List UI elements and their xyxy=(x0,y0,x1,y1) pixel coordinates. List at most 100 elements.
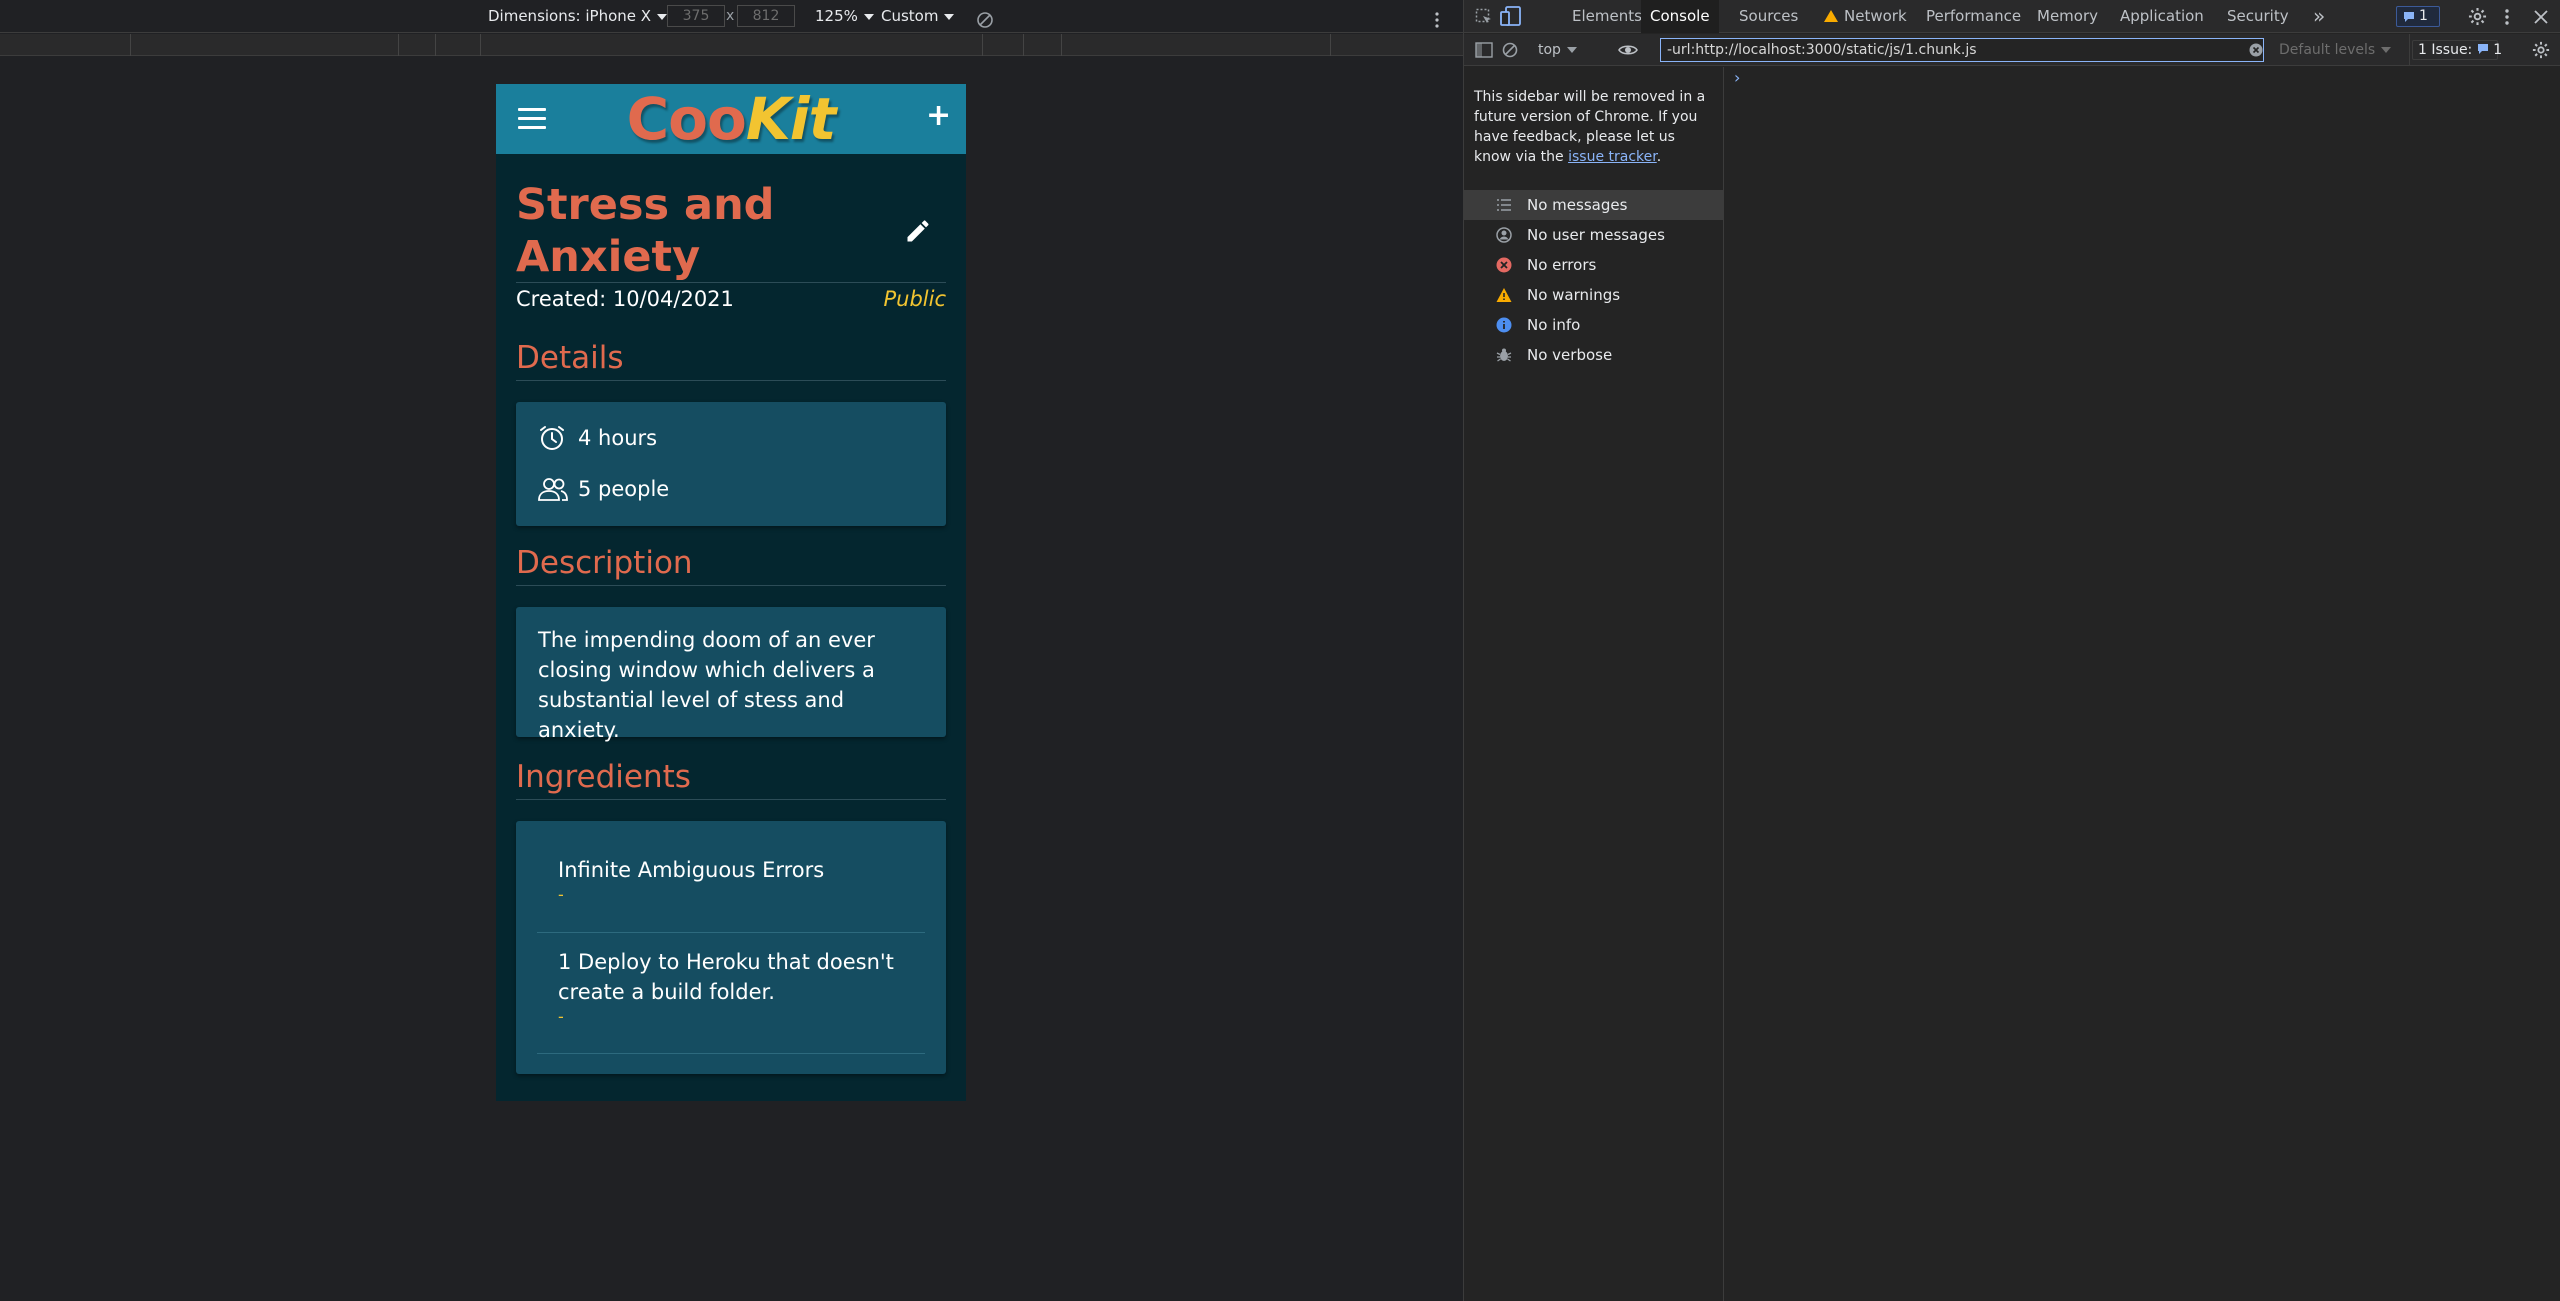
chevron-down-icon xyxy=(944,13,955,20)
throttle-label: Custom xyxy=(881,7,939,25)
sidebar-item-warnings[interactable]: No warnings xyxy=(1464,280,1723,310)
divider xyxy=(516,282,946,283)
description-text: The impending doom of an ever closing wi… xyxy=(538,628,875,742)
app-logo[interactable]: CooKit xyxy=(496,84,966,154)
chevron-down-icon xyxy=(1566,47,1577,53)
sidebar-item-label: No messages xyxy=(1527,196,1628,214)
message-icon xyxy=(2477,44,2488,54)
console-sidebar: This sidebar will be removed in a future… xyxy=(1464,67,1724,1301)
tab-application[interactable]: Application xyxy=(2112,0,2212,33)
time-value: 4 hours xyxy=(578,426,658,450)
context-label: top xyxy=(1538,42,1561,58)
rotate-icon[interactable] xyxy=(976,8,994,28)
sidebar-item-label: No verbose xyxy=(1527,346,1613,364)
zoom-label: 125% xyxy=(815,7,858,25)
details-heading: Details xyxy=(516,340,624,376)
tab-performance[interactable]: Performance xyxy=(1918,0,2029,33)
device-toggle-icon[interactable] xyxy=(1500,6,1522,26)
zoom-dropdown[interactable]: 125% xyxy=(815,0,874,33)
sidebar-item-info[interactable]: No info xyxy=(1464,310,1723,340)
tab-security[interactable]: Security xyxy=(2219,0,2297,33)
tab-elements[interactable]: Elements xyxy=(1564,0,1650,33)
divider xyxy=(516,380,946,381)
chevron-down-icon xyxy=(2381,47,2392,53)
warning-icon xyxy=(1496,288,1512,302)
verbose-bug-icon xyxy=(1496,348,1512,362)
sidebar-item-label: No info xyxy=(1527,316,1581,334)
console-settings-gear-icon[interactable] xyxy=(2532,41,2550,59)
sidebar-deprecation-notice: This sidebar will be removed in a future… xyxy=(1474,89,1706,165)
console-filter-input[interactable]: -url:http://localhost:3000/static/js/1.c… xyxy=(1660,38,2264,62)
times-sign: x xyxy=(726,8,735,24)
width-input[interactable]: 375 xyxy=(667,5,725,27)
sidebar-toggle-icon[interactable] xyxy=(1475,42,1493,58)
tab-sources[interactable]: Sources xyxy=(1731,0,1806,33)
issues-link-button[interactable]: 1 Issue: 1 xyxy=(2412,40,2502,60)
issues-label: 1 Issue: xyxy=(2418,42,2473,58)
console-toolbar: top -url:http://localhost:3000/static/js… xyxy=(1464,34,2560,66)
tab-network[interactable]: Network xyxy=(1816,0,1915,33)
ingredient-note: - xyxy=(558,885,564,904)
alarm-clock-icon xyxy=(540,426,564,450)
issues-count: 1 xyxy=(2419,8,2428,24)
ingredient-name: 1 Deploy to Heroku that doesn't create a… xyxy=(558,950,894,1004)
log-levels-dropdown[interactable]: Default levels xyxy=(2279,34,2392,66)
message-icon xyxy=(2404,12,2414,22)
ingredients-heading: Ingredients xyxy=(516,759,691,795)
tab-memory[interactable]: Memory xyxy=(2029,0,2106,33)
more-options-icon[interactable] xyxy=(1434,8,1440,28)
issues-count: 1 xyxy=(2493,42,2503,58)
inspect-element-icon[interactable] xyxy=(1475,8,1493,26)
ingredient-note: - xyxy=(558,1007,564,1026)
live-expression-eye-icon[interactable] xyxy=(1618,43,1638,57)
ingredients-card: Infinite Ambiguous Errors - 1 Deploy to … xyxy=(516,821,946,1074)
devtools-menu-icon[interactable] xyxy=(2504,8,2510,26)
pencil-edit-icon[interactable] xyxy=(904,217,932,245)
list-icon xyxy=(1497,199,1511,211)
devtools-panel: Elements Console Sources Network Perform… xyxy=(1463,0,2560,1301)
issue-tracker-link[interactable]: issue tracker xyxy=(1568,149,1657,165)
error-icon xyxy=(1496,257,1512,273)
close-icon[interactable] xyxy=(2534,10,2548,24)
dimensions-dropdown[interactable]: Dimensions: iPhone X xyxy=(488,0,668,33)
clear-filter-icon[interactable] xyxy=(2249,43,2263,57)
context-selector[interactable]: top xyxy=(1538,34,1577,66)
user-icon xyxy=(1496,227,1512,243)
throttle-dropdown[interactable]: Custom xyxy=(881,0,955,33)
visibility-badge: Public xyxy=(883,287,946,311)
tab-console[interactable]: Console xyxy=(1641,0,1719,33)
phone-viewport: CooKit + Stress and Anxiety Created: 10/… xyxy=(496,84,966,1101)
issues-counter-button[interactable]: 1 xyxy=(2396,6,2440,27)
clear-console-icon[interactable] xyxy=(1502,42,1518,58)
chevron-down-icon xyxy=(657,13,668,20)
details-card: 4 hours 5 people xyxy=(516,402,946,526)
sidebar-item-label: No warnings xyxy=(1527,286,1621,304)
divider xyxy=(537,1053,925,1054)
media-query-bar[interactable] xyxy=(0,34,1463,56)
height-input[interactable]: 812 xyxy=(737,5,795,27)
sidebar-item-errors[interactable]: No errors xyxy=(1464,250,1723,280)
log-levels-label: Default levels xyxy=(2279,42,2376,58)
sidebar-item-user-messages[interactable]: No user messages xyxy=(1464,220,1723,250)
more-tabs-icon[interactable]: » xyxy=(2313,0,2325,33)
created-date: Created: 10/04/2021 xyxy=(516,287,734,311)
chevron-down-icon xyxy=(863,13,874,20)
sidebar-item-label: No user messages xyxy=(1527,226,1665,244)
add-recipe-icon[interactable]: + xyxy=(926,101,951,131)
divider xyxy=(516,799,946,800)
sidebar-item-messages[interactable]: No messages xyxy=(1464,190,1723,220)
sidebar-item-verbose[interactable]: No verbose xyxy=(1464,340,1723,370)
logo-part-kit: Kit xyxy=(745,85,837,153)
tab-network-label: Network xyxy=(1844,7,1907,25)
console-prompt[interactable]: › xyxy=(1734,68,1740,87)
people-icon xyxy=(538,478,568,501)
servings-value: 5 people xyxy=(578,477,670,501)
settings-gear-icon[interactable] xyxy=(2468,7,2487,26)
divider xyxy=(516,585,946,586)
ingredient-name: Infinite Ambiguous Errors xyxy=(558,858,825,882)
device-emulation-pane: Dimensions: iPhone X 375 x 812 125% Cust… xyxy=(0,0,1463,1301)
warning-icon xyxy=(1824,10,1838,22)
device-toolbar: Dimensions: iPhone X 375 x 812 125% Cust… xyxy=(0,0,1463,33)
sidebar-item-label: No errors xyxy=(1527,256,1597,274)
divider xyxy=(537,932,925,933)
